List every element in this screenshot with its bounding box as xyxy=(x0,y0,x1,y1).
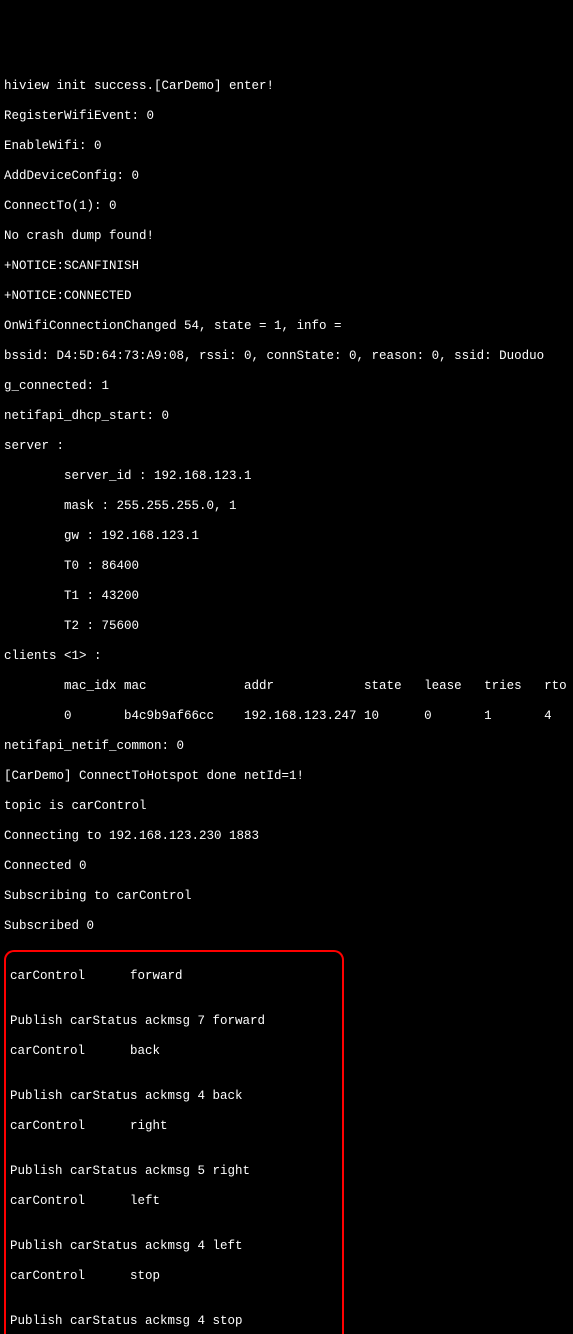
log-line: mac_idx mac addr state lease tries rto xyxy=(4,679,569,694)
log-line: T0 : 86400 xyxy=(4,559,569,574)
log-line: server : xyxy=(4,439,569,454)
log-line: clients <1> : xyxy=(4,649,569,664)
log-line: AddDeviceConfig: 0 xyxy=(4,169,569,184)
log-line: Publish carStatus ackmsg 4 back xyxy=(10,1089,338,1104)
log-line: T2 : 75600 xyxy=(4,619,569,634)
log-line: Subscribing to carControl xyxy=(4,889,569,904)
log-line: +NOTICE:SCANFINISH xyxy=(4,259,569,274)
log-line: netifapi_netif_common: 0 xyxy=(4,739,569,754)
log-line: hiview init success.[CarDemo] enter! xyxy=(4,79,569,94)
log-line: server_id : 192.168.123.1 xyxy=(4,469,569,484)
log-line: carControl stop xyxy=(10,1269,338,1284)
log-line: netifapi_dhcp_start: 0 xyxy=(4,409,569,424)
log-line: bssid: D4:5D:64:73:A9:08, rssi: 0, connS… xyxy=(4,349,569,364)
log-line: RegisterWifiEvent: 0 xyxy=(4,109,569,124)
log-line: +NOTICE:CONNECTED xyxy=(4,289,569,304)
log-line: gw : 192.168.123.1 xyxy=(4,529,569,544)
log-line: Publish carStatus ackmsg 7 forward xyxy=(10,1014,338,1029)
log-line: T1 : 43200 xyxy=(4,589,569,604)
log-line: 0 b4c9b9af66cc 192.168.123.247 10 0 1 4 xyxy=(4,709,569,724)
highlighted-region: carControl forward Publish carStatus ack… xyxy=(4,950,344,1334)
log-line: topic is carControl xyxy=(4,799,569,814)
log-line: carControl right xyxy=(10,1119,338,1134)
log-line: g_connected: 1 xyxy=(4,379,569,394)
log-line: No crash dump found! xyxy=(4,229,569,244)
log-line: Publish carStatus ackmsg 4 left xyxy=(10,1239,338,1254)
log-line: Publish carStatus ackmsg 4 stop xyxy=(10,1314,338,1329)
log-line: Subscribed 0 xyxy=(4,919,569,934)
terminal-output: hiview init success.[CarDemo] enter! Reg… xyxy=(4,64,569,1334)
log-line: carControl back xyxy=(10,1044,338,1059)
log-line: ConnectTo(1): 0 xyxy=(4,199,569,214)
log-line: mask : 255.255.255.0, 1 xyxy=(4,499,569,514)
log-line: carControl left xyxy=(10,1194,338,1209)
log-line: [CarDemo] ConnectToHotspot done netId=1! xyxy=(4,769,569,784)
log-line: Publish carStatus ackmsg 5 right xyxy=(10,1164,338,1179)
log-line: OnWifiConnectionChanged 54, state = 1, i… xyxy=(4,319,569,334)
log-line: EnableWifi: 0 xyxy=(4,139,569,154)
log-line: carControl forward xyxy=(10,969,338,984)
log-line: Connecting to 192.168.123.230 1883 xyxy=(4,829,569,844)
log-line: Connected 0 xyxy=(4,859,569,874)
